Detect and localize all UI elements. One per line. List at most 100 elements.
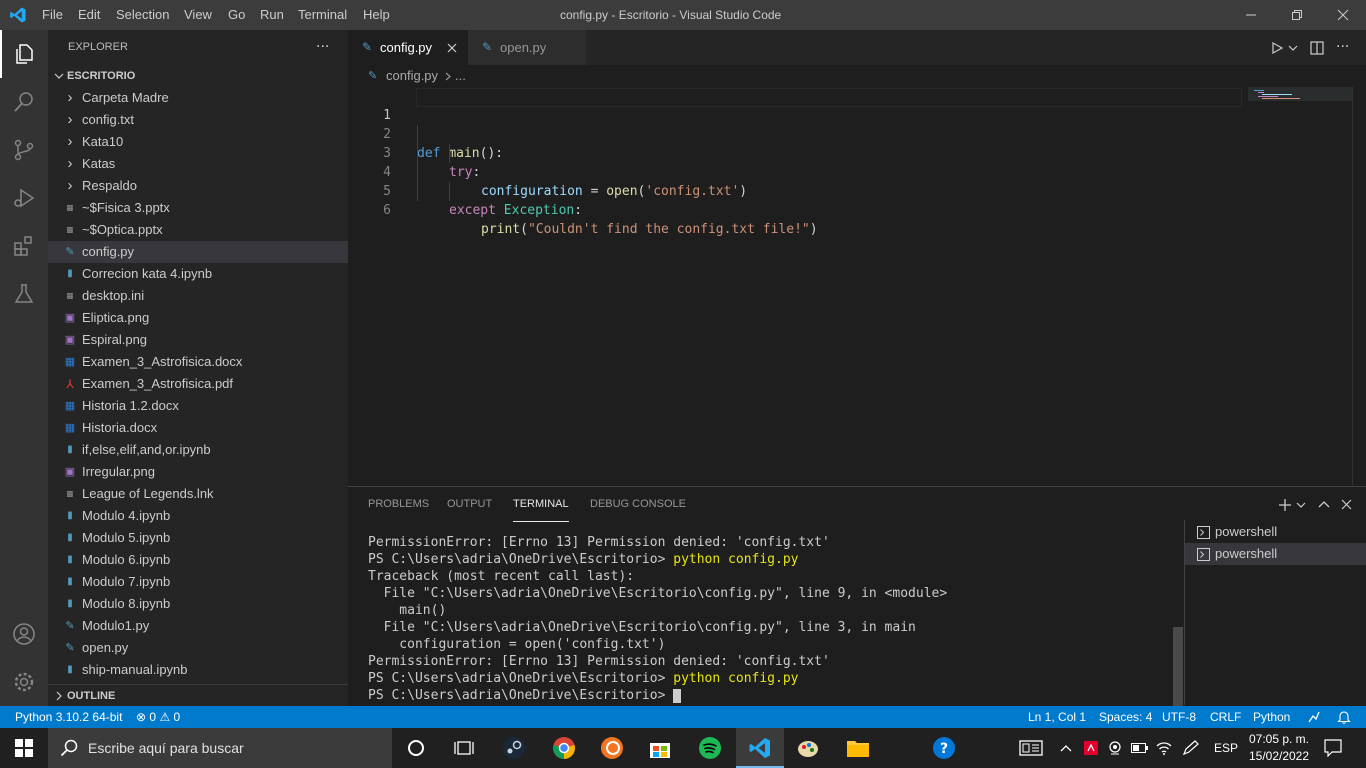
run-debug-button[interactable] xyxy=(0,174,48,222)
menu-help[interactable]: Help xyxy=(363,0,390,30)
taskbar-app-paint[interactable] xyxy=(784,728,832,768)
tree-item[interactable]: ▮ Modulo 7.ipynb xyxy=(48,571,348,593)
tree-item[interactable]: ▦ Historia.docx xyxy=(48,417,348,439)
tree-item[interactable]: ✎ Modulo1.py xyxy=(48,615,348,637)
language-mode[interactable]: Python xyxy=(1253,706,1290,728)
maximize-panel-icon[interactable] xyxy=(1318,499,1330,509)
tree-item[interactable]: › Carpeta Madre xyxy=(48,87,348,109)
notification-icon[interactable] xyxy=(1324,739,1342,757)
taskbar-search[interactable]: Escribe aquí para buscar xyxy=(48,728,392,768)
taskbar-app-chrome[interactable] xyxy=(540,728,588,768)
end-of-line[interactable]: CRLF xyxy=(1210,706,1241,728)
panel-tab-output[interactable]: OUTPUT xyxy=(447,487,492,522)
webcam-icon[interactable] xyxy=(1108,740,1124,756)
folder-header[interactable]: ESCRITORIO xyxy=(48,65,348,87)
feedback-icon[interactable] xyxy=(1307,710,1321,724)
tree-item[interactable]: ▣ Espiral.png xyxy=(48,329,348,351)
menu-terminal[interactable]: Terminal xyxy=(298,0,347,30)
search-view-button[interactable] xyxy=(0,78,48,126)
manage-button[interactable] xyxy=(0,658,48,706)
battery-icon[interactable] xyxy=(1131,742,1149,754)
accounts-button[interactable] xyxy=(0,610,48,658)
terminal-item[interactable]: powershell xyxy=(1185,543,1366,565)
more-actions-button[interactable]: ··· xyxy=(316,30,329,65)
chevron-down-icon[interactable] xyxy=(1296,501,1306,509)
terminal-scrollbar[interactable] xyxy=(1173,627,1183,707)
tree-item[interactable]: ✎ config.py xyxy=(48,241,348,263)
restore-button[interactable] xyxy=(1274,0,1320,30)
more-actions-button[interactable]: ··· xyxy=(1336,30,1349,65)
tree-item[interactable]: › Katas xyxy=(48,153,348,175)
tree-item[interactable]: ▮ Modulo 4.ipynb xyxy=(48,505,348,527)
source-control-button[interactable] xyxy=(0,126,48,174)
wifi-icon[interactable] xyxy=(1155,740,1173,756)
tree-item[interactable]: ▣ Eliptica.png xyxy=(48,307,348,329)
tab-config-py[interactable]: ✎ config.py xyxy=(348,30,468,65)
tab-open-py[interactable]: ✎ open.py xyxy=(468,30,586,65)
tree-item[interactable]: ▮ Correcion kata 4.ipynb xyxy=(48,263,348,285)
start-button[interactable] xyxy=(0,728,48,768)
tree-item[interactable]: › config.txt xyxy=(48,109,348,131)
testing-button[interactable] xyxy=(0,270,48,318)
tree-item[interactable]: ▣ Irregular.png xyxy=(48,461,348,483)
taskbar-app-store[interactable] xyxy=(636,728,684,768)
menu-file[interactable]: File xyxy=(42,0,63,30)
problems-status[interactable]: ⊗ 0 ⚠ 0 xyxy=(136,706,180,728)
minimize-button[interactable] xyxy=(1228,0,1274,30)
close-icon[interactable] xyxy=(447,43,457,53)
tree-item[interactable]: ▮ Modulo 6.ipynb xyxy=(48,549,348,571)
close-window-button[interactable] xyxy=(1320,0,1366,30)
breadcrumb-file[interactable]: config.py xyxy=(386,65,438,87)
tree-item[interactable]: ▮ ship-manual.ipynb xyxy=(48,659,348,681)
tree-item[interactable]: › Respaldo xyxy=(48,175,348,197)
panel-tab-problems[interactable]: PROBLEMS xyxy=(368,487,429,522)
tree-item[interactable]: › Kata10 xyxy=(48,131,348,153)
tree-item[interactable]: ▦ Historia 1.2.docx xyxy=(48,395,348,417)
menu-view[interactable]: View xyxy=(184,0,212,30)
run-file-icon[interactable] xyxy=(1270,41,1284,55)
news-icon[interactable] xyxy=(1019,740,1043,756)
menu-run[interactable]: Run xyxy=(260,0,284,30)
breadcrumb-symbol[interactable]: ... xyxy=(455,65,466,87)
tree-item[interactable]: ▦ Examen_3_Astrofisica.docx xyxy=(48,351,348,373)
terminal-prompt-line[interactable]: PS C:\Users\adria\OneDrive\Escritorio> xyxy=(368,687,1168,704)
cortana-button[interactable] xyxy=(392,728,440,768)
tree-item[interactable]: ≡ ~$Fisica 3.pptx xyxy=(48,197,348,219)
minimap[interactable] xyxy=(1248,87,1352,485)
task-view-button[interactable] xyxy=(440,728,488,768)
panel-tab-terminal[interactable]: TERMINAL xyxy=(513,487,569,522)
close-icon[interactable] xyxy=(1341,499,1352,510)
chevron-up-icon[interactable] xyxy=(1060,743,1072,753)
taskbar-app-help[interactable]: ? xyxy=(920,728,968,768)
split-editor-icon[interactable] xyxy=(1310,41,1324,55)
tree-item[interactable]: ▮ Modulo 5.ipynb xyxy=(48,527,348,549)
tree-item[interactable]: ▮ if,else,elif,and,or.ipynb xyxy=(48,439,348,461)
tree-item[interactable]: ✎ open.py xyxy=(48,637,348,659)
clock[interactable]: 07:05 p. m. 15/02/2022 xyxy=(1246,731,1312,765)
python-interpreter[interactable]: Python 3.10.2 64-bit xyxy=(15,706,122,728)
tree-item[interactable]: ≡ League of Legends.lnk xyxy=(48,483,348,505)
taskbar-app-steam[interactable] xyxy=(490,728,538,768)
taskbar-app-vscode[interactable] xyxy=(736,728,784,768)
cursor-position[interactable]: Ln 1, Col 1 xyxy=(1028,706,1086,728)
taskbar-app-crunchyroll[interactable] xyxy=(588,728,636,768)
taskbar-app-spotify[interactable] xyxy=(686,728,734,768)
chevron-down-icon[interactable] xyxy=(1288,44,1298,52)
tree-item[interactable]: ≡ desktop.ini xyxy=(48,285,348,307)
tree-item[interactable]: ⅄ Examen_3_Astrofisica.pdf xyxy=(48,373,348,395)
tree-item[interactable]: ▮ Modulo 8.ipynb xyxy=(48,593,348,615)
input-language[interactable]: ESP xyxy=(1214,728,1238,768)
explorer-button[interactable] xyxy=(0,30,48,78)
extensions-button[interactable] xyxy=(0,222,48,270)
encoding[interactable]: UTF-8 xyxy=(1162,706,1196,728)
plus-icon[interactable] xyxy=(1278,498,1292,512)
tree-item[interactable]: ≡ ~$Optica.pptx xyxy=(48,219,348,241)
outline-header[interactable]: OUTLINE xyxy=(48,684,348,707)
bell-icon[interactable] xyxy=(1337,710,1351,724)
indentation[interactable]: Spaces: 4 xyxy=(1099,706,1152,728)
menu-selection[interactable]: Selection xyxy=(116,0,169,30)
taskbar-app-explorer[interactable] xyxy=(834,728,882,768)
panel-tab-debug-console[interactable]: DEBUG CONSOLE xyxy=(590,487,686,522)
menu-edit[interactable]: Edit xyxy=(78,0,100,30)
code-editor[interactable]: 1 2 def main(): 3 try: 4 configuration =… xyxy=(348,87,1248,477)
